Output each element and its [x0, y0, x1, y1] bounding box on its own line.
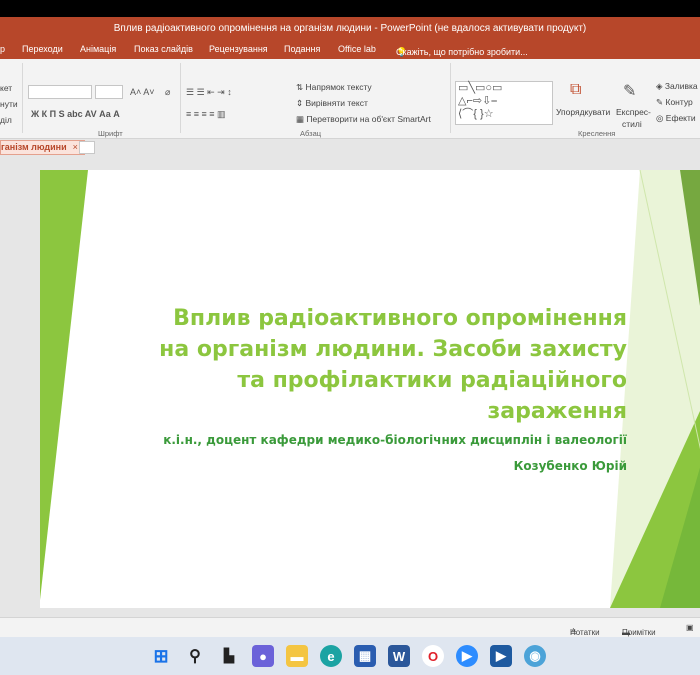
effects-icon: ◎	[656, 113, 664, 123]
shape-fill-button[interactable]: ◈ Заливка	[656, 81, 698, 92]
window-title: Вплив радіоактивного опромінення на орга…	[0, 17, 700, 41]
comments-label: Примітки	[622, 628, 656, 637]
tab-view[interactable]: Подання	[284, 44, 320, 54]
browser-icon[interactable]: ◉	[524, 645, 546, 667]
clear-format-icon[interactable]: ⌀	[165, 87, 170, 98]
task-view-icon[interactable]: ▙	[218, 645, 240, 667]
zoom-icon[interactable]: ▶	[456, 645, 478, 667]
close-icon[interactable]: ×	[73, 142, 78, 152]
align-text-icon: ⇕	[296, 98, 304, 108]
title-line: та профілактики радіаційного	[237, 368, 627, 393]
fill-icon: ◈	[656, 81, 663, 91]
clipboard-item-1[interactable]: кет	[0, 83, 12, 93]
tab-review[interactable]: Рецензування	[209, 44, 268, 54]
quick-styles-label-2: стилі	[622, 119, 642, 129]
outline-icon: ✎	[656, 97, 664, 107]
statusbar: ≜ Нотатки ▬ Примітки ▣	[0, 617, 700, 637]
ribbon-tabs: р Переходи Анімація Показ слайдів Реценз…	[0, 41, 700, 59]
shape-effects-button[interactable]: ◎ Ефекти	[656, 113, 696, 124]
smartart-button[interactable]: ▦ Перетворити на об'єкт SmartArt	[296, 114, 431, 125]
opera-icon[interactable]: O	[422, 645, 444, 667]
new-tab-button[interactable]	[79, 141, 95, 154]
slide-title[interactable]: Вплив радіоактивного опромінення на орга…	[107, 303, 627, 427]
file-explorer-icon[interactable]: ▬	[286, 645, 308, 667]
text-direction-button[interactable]: ⇅ Напрямок тексту	[296, 82, 372, 93]
shape-fill-label: Заливка	[664, 81, 698, 91]
shapes-gallery[interactable]: ▭╲▭○▭ △⌐⇨⇩⎯ ⟨⌒{ }☆	[455, 81, 553, 125]
paragraph-group-label: Абзац	[300, 129, 322, 138]
tab-design[interactable]: р	[0, 44, 5, 54]
arrange-icon: ⧉	[570, 81, 582, 98]
quick-styles-label-1[interactable]: Експрес-	[616, 107, 651, 117]
shape-outline-button[interactable]: ✎ Контур	[656, 97, 693, 108]
ribbon: кет нути діл A˄ A˅ ⌀ Ж К П S abc AV Аа А…	[0, 59, 700, 139]
taskbar: ⊞ ⚲ ▙ ● ▬ e ▦ W O ▶ ▶ ◉	[0, 637, 700, 675]
align-text-button[interactable]: ⇕ Вирівняти текст	[296, 98, 368, 109]
slide[interactable]: Вплив радіоактивного опромінення на орга…	[40, 170, 700, 608]
tab-transitions[interactable]: Переходи	[22, 44, 63, 54]
screen: Вплив радіоактивного опромінення на орга…	[0, 17, 700, 637]
quick-styles-icon: ✎	[623, 83, 637, 100]
windows-start-icon[interactable]: ⊞	[150, 645, 172, 667]
tab-animations[interactable]: Анімація	[80, 44, 116, 54]
document-tab-label: ганізм людини	[1, 142, 67, 152]
drawing-group-label: Креслення	[578, 129, 616, 138]
smartart-label: Перетворити на об'єкт SmartArt	[306, 114, 431, 124]
title-line: зараження	[487, 399, 627, 424]
tab-slideshow[interactable]: Показ слайдів	[134, 44, 193, 54]
clipboard-item-2[interactable]: нути	[0, 99, 18, 109]
left-green-triangle	[40, 170, 88, 600]
slide-subtitle-author-role[interactable]: к.і.н., доцент кафедри медико-біологічни…	[67, 433, 627, 447]
edge-icon[interactable]: e	[320, 645, 342, 667]
font-style-buttons[interactable]: Ж К П S abc AV Аа А	[31, 109, 120, 119]
text-direction-label: Напрямок тексту	[305, 82, 372, 92]
smartart-icon: ▦	[296, 114, 305, 124]
word-icon[interactable]: W	[388, 645, 410, 667]
powerpoint-icon[interactable]: ▶	[490, 645, 512, 667]
tell-me-label: Скажіть, що потрібно зробити...	[396, 47, 528, 57]
font-group-label: Шрифт	[98, 129, 123, 138]
document-tab[interactable]: ганізм людини ×	[0, 140, 85, 155]
shape-outline-label: Контур	[665, 97, 693, 107]
clipboard-item-3[interactable]: діл	[0, 115, 12, 125]
search-icon[interactable]: ⚲	[184, 645, 206, 667]
shape-effects-label: Ефекти	[665, 113, 696, 123]
bullets-icon[interactable]: ☰ ☰ ⇤ ⇥ ↕	[186, 87, 232, 98]
slide-subtitle-author-name[interactable]: Козубенко Юрій	[327, 459, 627, 473]
align-text-label: Вирівняти текст	[305, 98, 368, 108]
font-name-input[interactable]	[28, 85, 92, 99]
arrange-button[interactable]: Упорядкувати	[556, 107, 610, 117]
text-direction-icon: ⇅	[296, 82, 304, 92]
normal-view-icon[interactable]: ▣	[686, 623, 694, 632]
chat-icon[interactable]: ●	[252, 645, 274, 667]
tab-office-lab[interactable]: Office lab	[338, 44, 376, 54]
slide-editor: Вплив радіоактивного опромінення на орга…	[0, 157, 700, 617]
store-icon[interactable]: ▦	[354, 645, 376, 667]
grow-font-icon[interactable]: A˄ A˅	[130, 87, 155, 97]
title-line: на організм людини. Засоби захисту	[159, 337, 627, 362]
title-line: Вплив радіоактивного опромінення	[173, 306, 627, 331]
document-tabbar: ганізм людини ×	[0, 139, 700, 157]
font-size-input[interactable]	[95, 85, 123, 99]
notes-label: Нотатки	[570, 628, 600, 637]
align-icons[interactable]: ≡ ≡ ≡ ≡ ▥	[186, 109, 226, 120]
